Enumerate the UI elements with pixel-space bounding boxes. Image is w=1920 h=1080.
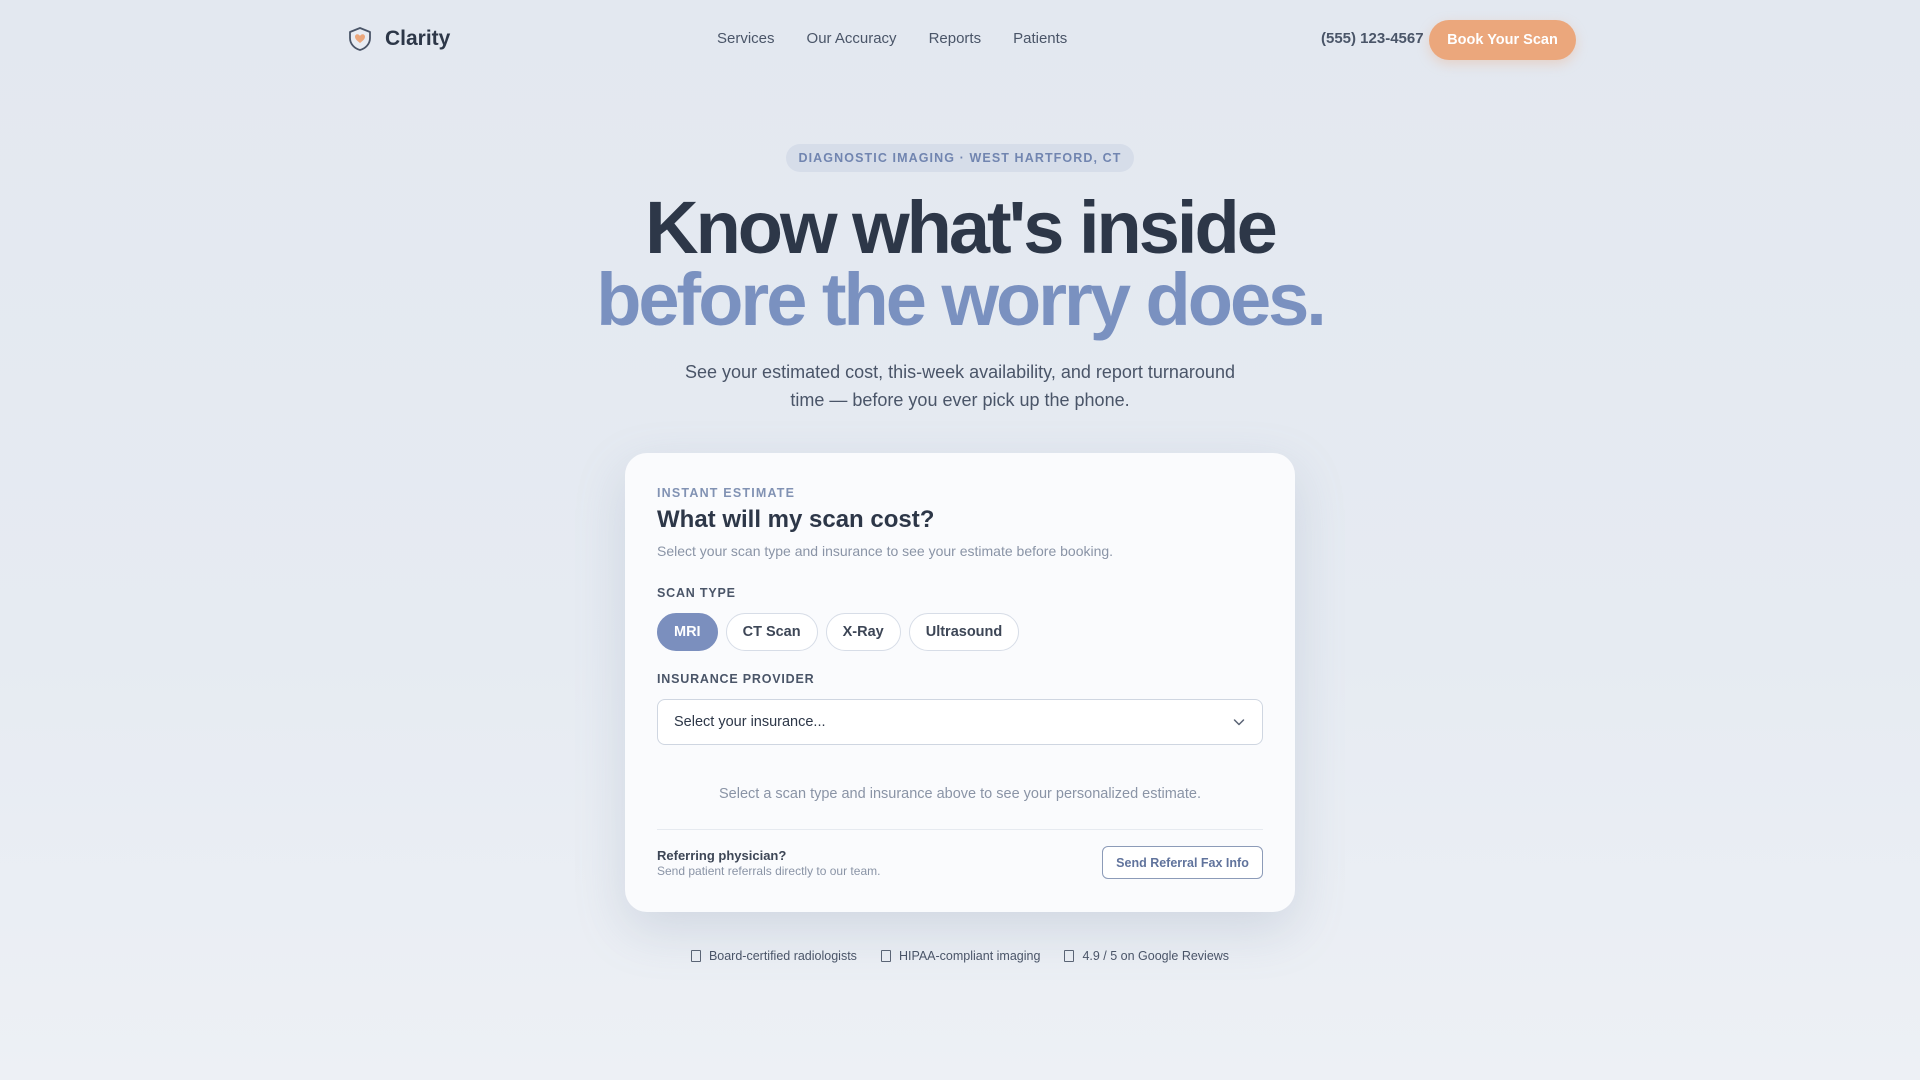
- nav-item-services[interactable]: Services: [717, 30, 775, 47]
- scan-type-label: SCAN TYPE: [657, 586, 736, 600]
- card-eyebrow: INSTANT ESTIMATE: [657, 486, 796, 500]
- card-description: Select your scan type and insurance to s…: [657, 543, 1114, 559]
- trust-bar: Board-certified radiologists HIPAA-compl…: [0, 949, 1920, 963]
- estimate-card: INSTANT ESTIMATE What will my scan cost?…: [625, 453, 1295, 912]
- hero-subtitle-line2: time — before you ever pick up the phone…: [790, 390, 1130, 410]
- trust-item-label: Board-certified radiologists: [708, 949, 857, 963]
- shield-heart-icon: [349, 27, 371, 51]
- nav-item-our-accuracy[interactable]: Our Accuracy: [807, 30, 897, 47]
- card-title: What will my scan cost?: [657, 506, 935, 533]
- trust-item-label: HIPAA-compliant imaging: [898, 949, 1041, 963]
- star-icon: [1064, 950, 1075, 962]
- phone-link[interactable]: (555) 123-4567: [1321, 30, 1424, 47]
- scan-type-ultrasound[interactable]: Ultrasound: [908, 613, 1020, 651]
- referral-description: Send patient referrals directly to our t…: [657, 864, 881, 878]
- hero-title-line1: Know what's inside: [645, 186, 1278, 269]
- hero-title-line2: before the worry does.: [596, 258, 1327, 341]
- referral-title: Referring physician?: [657, 848, 787, 863]
- estimate-hint: Select a scan type and insurance above t…: [718, 786, 1201, 802]
- nav-item-patients[interactable]: Patients: [1013, 30, 1067, 47]
- insurance-select-value: Select your insurance...: [674, 714, 826, 730]
- lock-icon: [880, 950, 891, 962]
- brand-logo[interactable]: Clarity: [347, 26, 450, 52]
- trust-item: Board-certified radiologists: [690, 949, 857, 963]
- trust-item-label: 4.9 / 5 on Google Reviews: [1082, 949, 1230, 963]
- insurance-label: INSURANCE PROVIDER: [657, 672, 815, 686]
- trust-item: HIPAA-compliant imaging: [880, 949, 1041, 963]
- trust-item: 4.9 / 5 on Google Reviews: [1064, 949, 1229, 963]
- book-scan-button[interactable]: Book Your Scan: [1429, 20, 1576, 60]
- insurance-select[interactable]: Select your insurance...: [657, 699, 1263, 745]
- chevron-down-icon: [1233, 719, 1245, 726]
- scan-type-mri[interactable]: MRI: [657, 613, 718, 651]
- scan-type-x-ray[interactable]: X-Ray: [825, 613, 901, 651]
- main-nav: Services Our Accuracy Reports Patients: [717, 30, 1067, 47]
- card-divider: [657, 829, 1263, 830]
- location-badge: DIAGNOSTIC IMAGING · WEST HARTFORD, CT: [786, 144, 1134, 172]
- nav-item-reports[interactable]: Reports: [929, 30, 982, 47]
- certificate-icon: [690, 950, 701, 962]
- site-header: Clarity Services Our Accuracy Reports Pa…: [0, 0, 1920, 80]
- hero-subtitle: See your estimated cost, this-week avail…: [660, 358, 1260, 414]
- scan-type-ct-scan[interactable]: CT Scan: [725, 613, 818, 651]
- hero-subtitle-line1: See your estimated cost, this-week avail…: [685, 362, 1235, 382]
- scan-type-options: MRI CT Scan X-Ray Ultrasound: [657, 613, 1020, 651]
- brand-name: Clarity: [385, 27, 451, 50]
- send-referral-fax-button[interactable]: Send Referral Fax Info: [1102, 846, 1263, 879]
